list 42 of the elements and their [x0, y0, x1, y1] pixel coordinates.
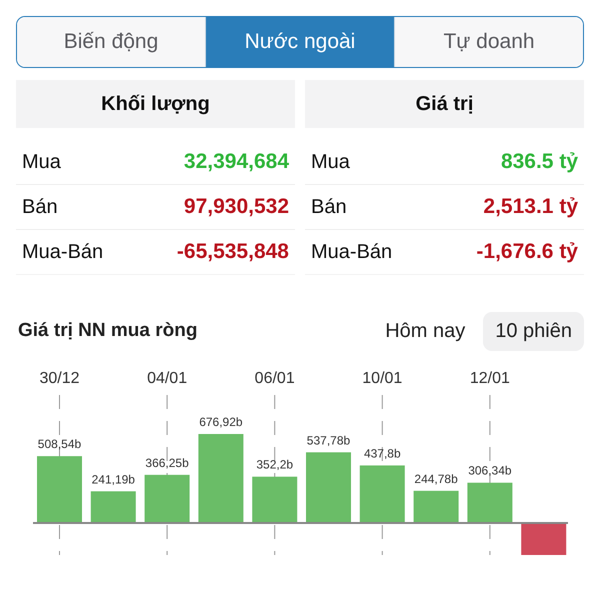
- row-value: 836.5 tỷ: [500, 150, 578, 174]
- x-tick-label: 04/01: [147, 370, 188, 387]
- column-header: Giá trị: [305, 80, 584, 128]
- bar: [90, 491, 136, 523]
- value-label: 352,2b: [256, 458, 294, 472]
- column-header: Khối lượng: [16, 80, 295, 128]
- value-label: 676,92b: [199, 415, 243, 429]
- value-label: 508,54b: [38, 437, 82, 452]
- value-label: 366,25b: [145, 456, 189, 470]
- x-tick-label: 06/01: [254, 370, 295, 387]
- row-label: Mua-Bán: [311, 240, 392, 264]
- row-value: -1,676.6 tỷ: [476, 240, 578, 264]
- bar: [467, 482, 512, 523]
- bar: [306, 452, 351, 523]
- bar: [414, 490, 459, 523]
- row-label: Mua: [311, 150, 350, 174]
- row-label: Bán: [22, 196, 58, 218]
- tab[interactable]: Tự doanh: [394, 17, 583, 67]
- row-value: 97,930,532: [184, 195, 289, 219]
- bar: [144, 474, 190, 523]
- value-label: 437,8b: [364, 446, 401, 460]
- period-button[interactable]: 10 phiên: [483, 312, 584, 350]
- value-label: 241,19b: [92, 472, 135, 486]
- chart-title: Giá trị NN mua ròng: [18, 320, 198, 342]
- bar: [37, 456, 82, 523]
- value-label: 244,78b: [414, 472, 458, 486]
- row-value: 2,513.1 tỷ: [483, 195, 578, 219]
- bar: [360, 465, 405, 523]
- row-label: Mua: [22, 150, 61, 174]
- row-value: 32,394,684: [184, 150, 289, 174]
- offscale-bar: [521, 523, 566, 555]
- x-tick-label: 30/12: [39, 370, 80, 387]
- row-value: -65,535,848: [176, 240, 289, 264]
- bar: [252, 476, 298, 523]
- x-tick-label: 12/01: [470, 370, 510, 387]
- row-label: Bán: [311, 196, 347, 218]
- value-label: 306,34b: [468, 464, 512, 478]
- x-tick-label: 10/01: [362, 370, 402, 387]
- period-button[interactable]: Hôm nay: [373, 312, 478, 350]
- row-label: Mua-Bán: [22, 240, 104, 264]
- tab[interactable]: Nước ngoài: [205, 17, 394, 67]
- value-label: 537,78b: [306, 433, 350, 448]
